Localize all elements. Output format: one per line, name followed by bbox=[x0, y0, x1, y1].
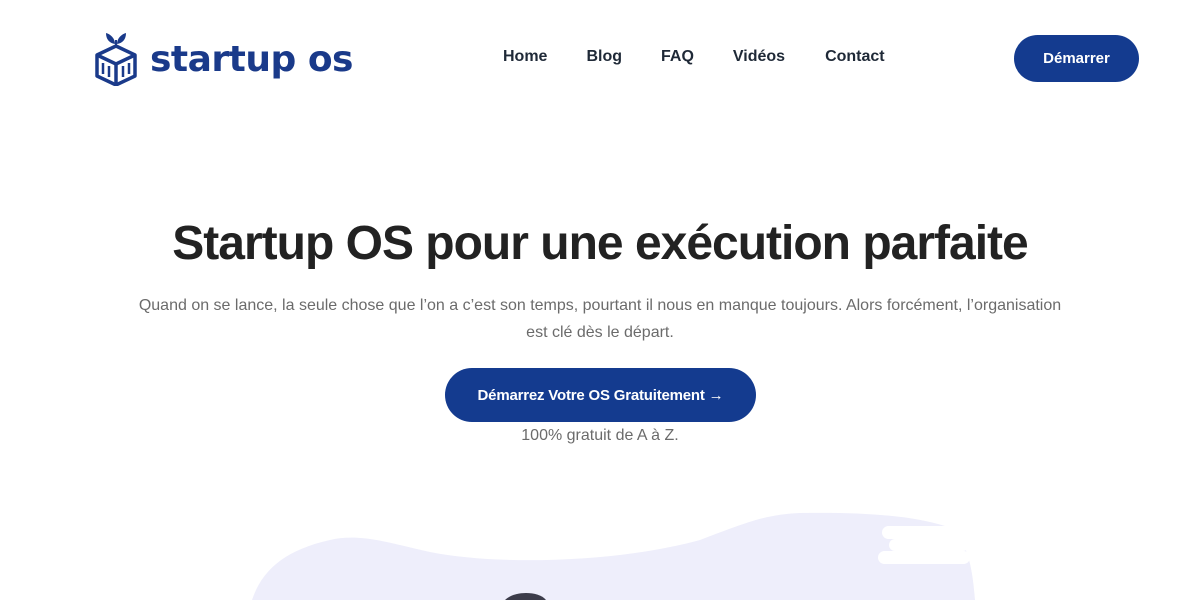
nav-blog[interactable]: Blog bbox=[586, 48, 622, 66]
illustration-cloud-middle bbox=[889, 539, 969, 551]
illustration-cloud-bottom bbox=[878, 551, 970, 564]
start-free-os-button[interactable]: Démarrez Votre OS Gratuitement → bbox=[445, 368, 756, 422]
site-header: startup os Home Blog FAQ Vidéos Contact … bbox=[0, 0, 1200, 116]
main-nav: Home Blog FAQ Vidéos Contact bbox=[503, 48, 885, 66]
free-note: 100% gratuit de A à Z. bbox=[521, 427, 679, 444]
nav-videos[interactable]: Vidéos bbox=[733, 48, 785, 66]
hero-subtitle: Quand on se lance, la seule chose que l’… bbox=[138, 297, 1062, 341]
box-with-plant-icon bbox=[95, 33, 137, 86]
brand-name: startup os bbox=[150, 39, 353, 80]
illustration-cloud-top bbox=[882, 526, 972, 539]
start-button[interactable]: Démarrer bbox=[1014, 35, 1139, 82]
hero-illustration bbox=[252, 512, 975, 600]
nav-contact[interactable]: Contact bbox=[825, 48, 885, 66]
illustration-blob bbox=[252, 512, 975, 600]
hero-title: Startup OS pour une exécution parfaite bbox=[172, 217, 1028, 270]
nav-home[interactable]: Home bbox=[503, 48, 547, 66]
brand-logo[interactable]: startup os bbox=[94, 30, 353, 86]
nav-faq[interactable]: FAQ bbox=[661, 48, 694, 66]
